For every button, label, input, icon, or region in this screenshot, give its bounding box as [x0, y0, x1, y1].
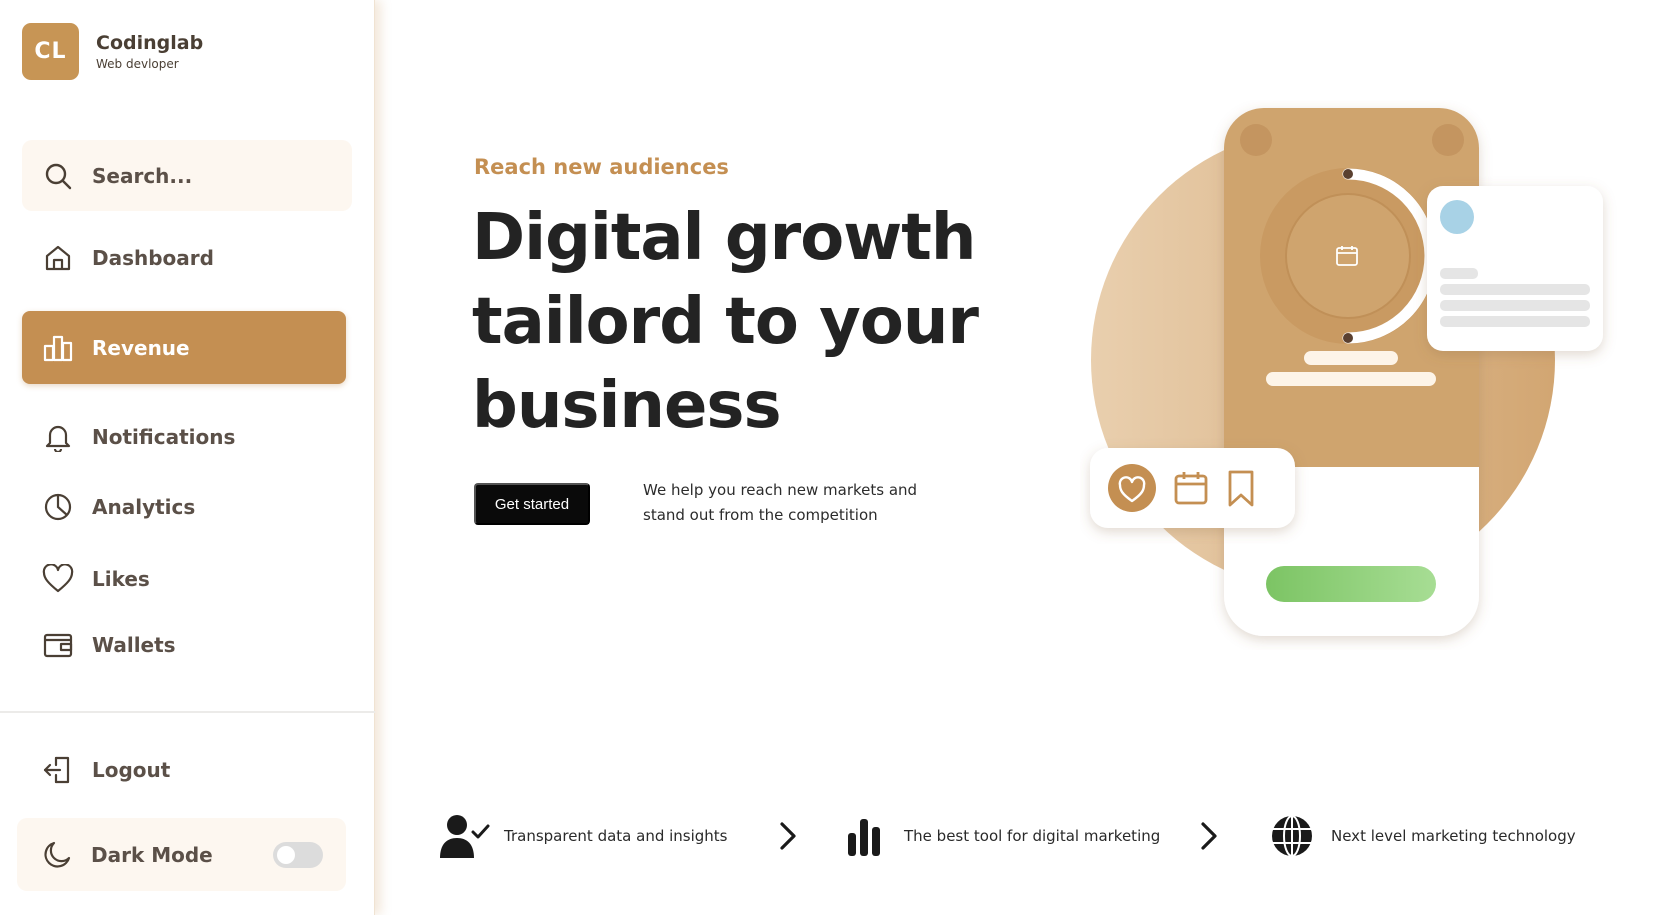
bell-icon: [40, 419, 76, 455]
phone-screw-right: [1432, 124, 1464, 156]
dark-mode-toggle[interactable]: [273, 842, 323, 868]
sidebar-item-label: Analytics: [92, 495, 196, 519]
dark-mode-row: Dark Mode: [17, 818, 346, 891]
dial-dot-bottom: [1343, 333, 1353, 343]
chevron-right-icon: [780, 822, 796, 850]
feature-text: Next level marketing technology: [1331, 827, 1576, 845]
toggle-knob: [277, 846, 295, 864]
sidebar-item-label: Notifications: [92, 425, 236, 449]
sidebar-divider: [0, 711, 375, 713]
brand: CL Codinglab Web devloper: [22, 23, 203, 80]
dial-dot-top: [1343, 169, 1353, 179]
feature-text: The best tool for digital marketing: [904, 827, 1161, 845]
sidebar-item-analytics[interactable]: Analytics: [22, 477, 346, 537]
get-started-button[interactable]: Get started: [474, 483, 590, 525]
card-line-4: [1440, 316, 1590, 327]
sidebar-item-wallets[interactable]: Wallets: [22, 615, 346, 675]
bar-chart-icon: [40, 330, 76, 366]
sidebar-item-label: Likes: [92, 567, 150, 591]
brand-name: Codinglab: [96, 32, 204, 54]
hero-headline: Digital growth tailord to your business: [472, 201, 979, 443]
brand-initials: CL: [34, 39, 67, 64]
globe-icon: [1265, 812, 1319, 860]
brand-logo: CL: [22, 23, 79, 80]
card-line-2: [1440, 284, 1590, 295]
feature-item: The best tool for digital marketing: [838, 808, 1160, 864]
card-avatar: [1440, 200, 1474, 234]
hero-illustration: [1090, 108, 1603, 636]
wallet-icon: [40, 627, 76, 663]
feature-text: Transparent data and insights: [504, 827, 728, 845]
phone-screw-left: [1240, 124, 1272, 156]
sidebar-item-notifications[interactable]: Notifications: [22, 407, 346, 467]
feature-item: Transparent data and insights: [438, 808, 728, 864]
logout-label: Logout: [92, 758, 171, 782]
home-icon: [40, 240, 76, 276]
hero-tagline: We help you reach new markets and stand …: [643, 481, 918, 524]
dark-mode-label: Dark Mode: [91, 842, 213, 867]
green-pill: [1266, 566, 1436, 602]
search-box[interactable]: Search...: [22, 140, 352, 211]
sidebar-item-label: Dashboard: [92, 246, 214, 270]
logout-button[interactable]: Logout: [22, 740, 346, 800]
feature-item: Next level marketing technology: [1265, 808, 1576, 864]
user-check-icon: [438, 812, 492, 860]
moon-icon: [39, 837, 75, 873]
features-row: Transparent data and insights The best t…: [438, 808, 1638, 864]
dial-inner: [1285, 193, 1411, 319]
pie-chart-icon: [40, 489, 76, 525]
sidebar-item-label: Revenue: [92, 335, 190, 360]
heart-badge: [1108, 464, 1156, 512]
phone-bar-long: [1266, 372, 1436, 386]
card-line-1: [1440, 268, 1478, 279]
sidebar-item-label: Wallets: [92, 633, 176, 657]
bar-chart-icon: [838, 812, 892, 860]
hero-eyebrow: Reach new audiences: [474, 155, 729, 179]
sidebar-item-dashboard[interactable]: Dashboard: [22, 228, 346, 288]
search-label: Search...: [92, 163, 193, 188]
chevron-right-icon: [1201, 822, 1217, 850]
brand-text: Codinglab Web devloper: [96, 32, 203, 71]
sidebar-item-revenue[interactable]: Revenue: [22, 311, 346, 384]
logout-icon: [40, 752, 76, 788]
search-icon: [40, 158, 76, 194]
sidebar: CL Codinglab Web devloper Search... Dash…: [0, 0, 375, 915]
phone-bar-short: [1304, 351, 1398, 365]
card-line-3: [1440, 300, 1590, 311]
brand-role: Web devloper: [96, 57, 179, 71]
sidebar-item-likes[interactable]: Likes: [22, 549, 346, 609]
heart-icon: [40, 561, 76, 597]
